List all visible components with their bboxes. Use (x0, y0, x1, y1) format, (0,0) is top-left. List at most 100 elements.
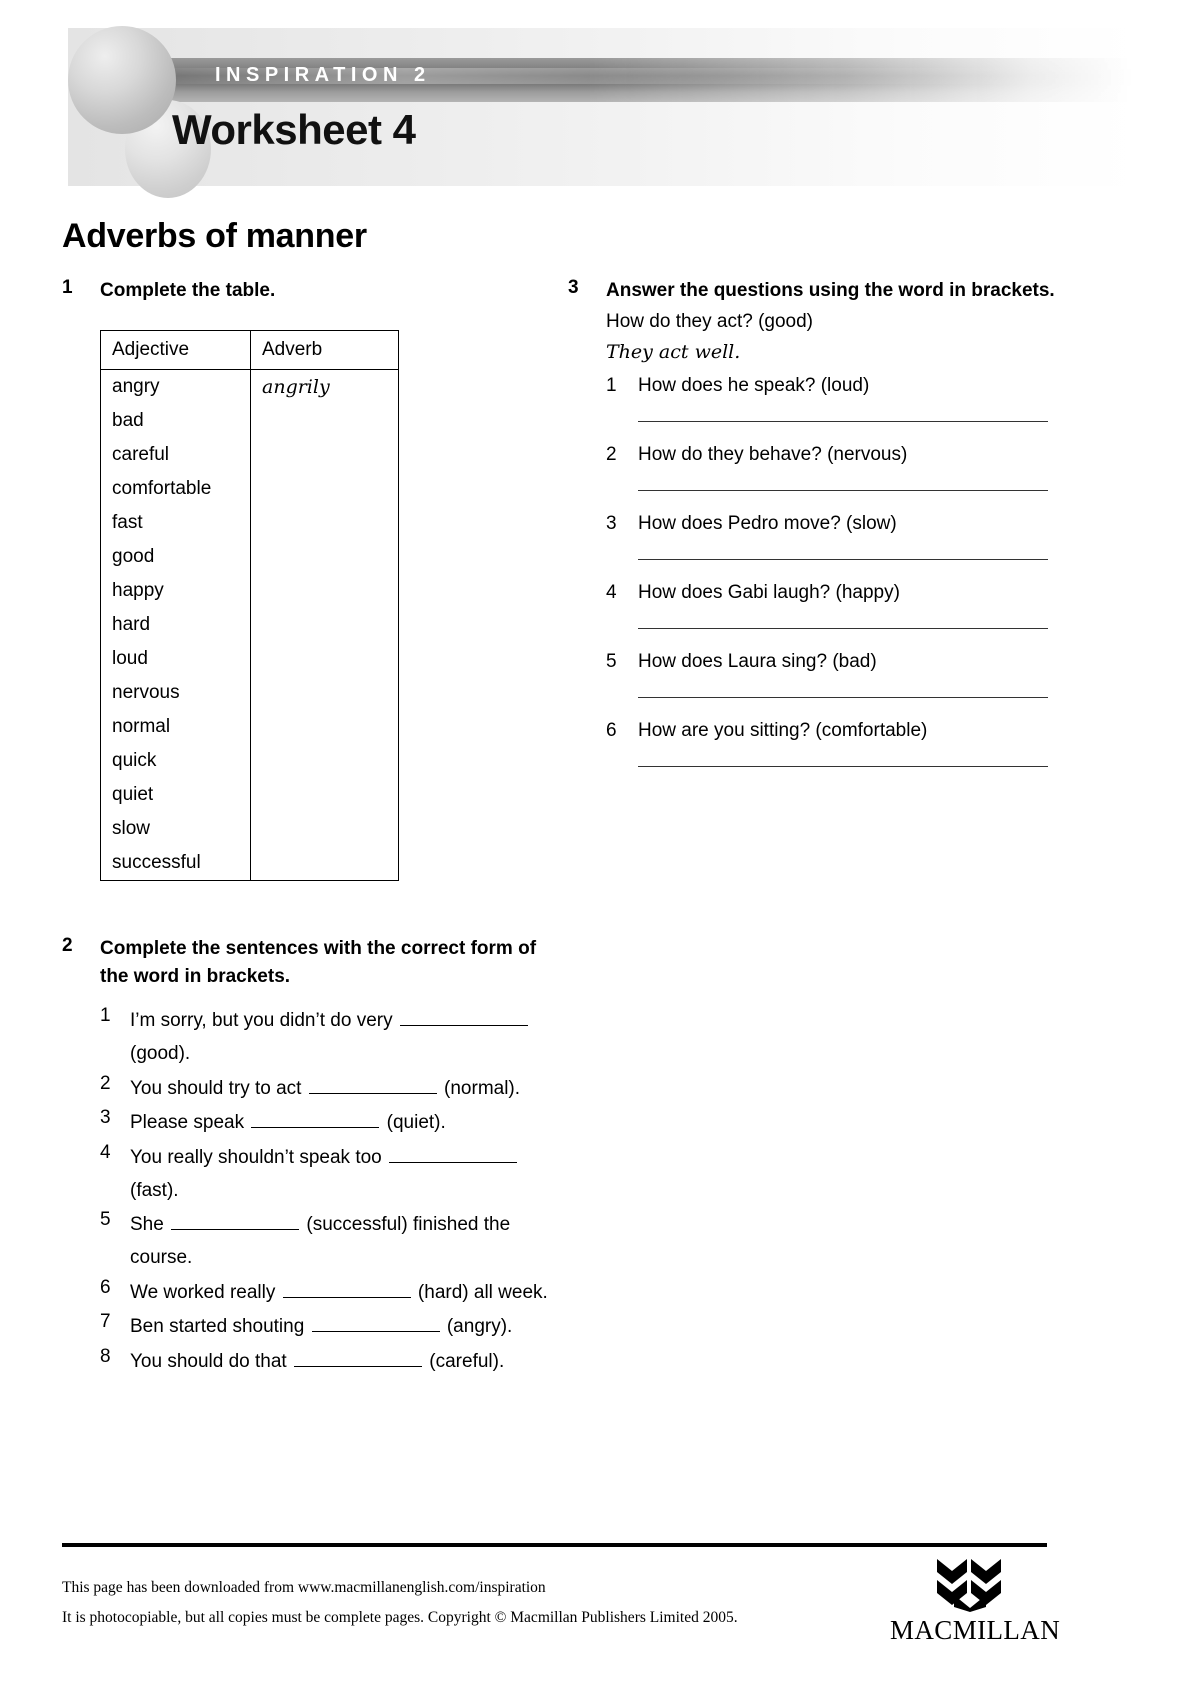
exercise-3-item: 2 How do they behave? (nervous) (606, 442, 1068, 466)
right-column: 3 Answer the questions using the word in… (568, 277, 1068, 787)
cell-adverb[interactable] (250, 540, 399, 575)
table-row: normal (100, 710, 399, 745)
table-row: careful (100, 438, 399, 473)
cell-adjective: comfortable (100, 472, 251, 507)
question-text: How does he speak? (loud) (638, 375, 870, 397)
cell-adverb[interactable] (250, 812, 399, 847)
item-number: 6 (100, 1276, 111, 1298)
table-body: angry angrily bad careful comfortable fast goo… (100, 369, 399, 882)
item-number: 5 (100, 1209, 111, 1231)
adjective-adverb-table: Adjective Adverb angry angrily bad careful c… (100, 330, 399, 882)
worksheet-title: Worksheet 4 (172, 106, 416, 153)
sentence-after-blank: (hard) all week. (412, 1281, 548, 1303)
item-number: 7 (100, 1311, 111, 1333)
cell-adverb[interactable] (250, 642, 399, 677)
sentence-before-blank: She (130, 1214, 170, 1236)
example-question: How do they act? (good) (606, 311, 814, 333)
exercise-2-item: 6 We worked really (hard) all week. (100, 1277, 562, 1310)
cell-adverb[interactable] (250, 574, 399, 609)
answer-blank[interactable] (308, 1078, 437, 1094)
item-number: 3 (100, 1107, 111, 1129)
table-row: angry angrily (100, 369, 399, 405)
cell-adjective: careful (100, 438, 251, 473)
question-text: How does Laura sing? (bad) (638, 651, 877, 673)
answer-line[interactable] (638, 766, 1048, 768)
answer-blank[interactable] (294, 1351, 422, 1368)
cell-adverb[interactable] (250, 676, 399, 711)
cell-adverb[interactable] (250, 710, 399, 745)
table-row: comfortable (100, 472, 399, 507)
cell-adjective: good (100, 540, 251, 575)
decorative-circle-large-icon (68, 26, 176, 134)
cell-adverb[interactable] (250, 846, 399, 882)
exercise-3-item-list: 1 How does he speak? (loud) 2 How do they b… (606, 373, 1068, 768)
answer-line[interactable] (638, 421, 1048, 423)
exercise-3-item: 5 How does Laura sing? (bad) (606, 649, 1068, 673)
sentence-after-blank: (good). (130, 1043, 191, 1064)
exercise-2-item: 2 You should try to act (normal). (100, 1073, 562, 1106)
answer-blank[interactable] (282, 1282, 411, 1298)
exercise-2-item: 3 Please speak (quiet). (100, 1107, 562, 1140)
answer-blank[interactable] (311, 1316, 440, 1333)
cell-adverb[interactable] (250, 744, 399, 779)
question-number: 5 (606, 651, 617, 673)
exercise-1-instruction: Complete the table. (100, 280, 276, 301)
sentence-before-blank: Ben started shouting (130, 1316, 310, 1338)
table-row: fast (100, 506, 399, 541)
table-row: loud (100, 642, 399, 677)
item-number: 4 (100, 1142, 111, 1164)
answer-blank[interactable] (399, 1010, 528, 1027)
table-row: successful (100, 846, 399, 882)
item-text: Ben started shouting (angry). (130, 1311, 562, 1344)
sentence-after-blank: (fast). (130, 1179, 179, 1201)
exercise-3-item: 4 How does Gabi laugh? (happy) (606, 580, 1068, 604)
exercise-2-item-list: 1 I’m sorry, but you didn’t do very (good… (100, 1005, 562, 1378)
question-number: 2 (606, 444, 617, 466)
cell-adverb[interactable] (250, 404, 399, 439)
cell-adverb[interactable] (250, 438, 399, 473)
answer-line[interactable] (638, 559, 1048, 561)
sentence-after-blank: (quiet). (381, 1112, 446, 1134)
sentence-before-blank: You should try to act (130, 1077, 307, 1099)
cell-adverb[interactable] (250, 608, 399, 643)
exercise-3-number: 3 (568, 277, 579, 298)
answer-blank[interactable] (389, 1147, 518, 1164)
cell-adjective: angry (100, 369, 251, 405)
cell-adjective: happy (100, 574, 251, 609)
exercise-2-item: 8 You should do that (careful). (100, 1346, 562, 1379)
cell-adverb[interactable] (250, 506, 399, 541)
item-text: You should try to act (normal). (130, 1073, 562, 1106)
left-column: 1 Complete the table. Adjective Adverb a… (62, 277, 562, 1381)
question-number: 6 (606, 720, 617, 742)
item-number: 2 (100, 1072, 111, 1094)
question-text: How does Gabi laugh? (happy) (638, 582, 900, 604)
answer-line[interactable] (638, 697, 1048, 699)
cell-adverb[interactable] (250, 472, 399, 507)
exercise-2-heading: 2 Complete the sentences with the correc… (62, 935, 562, 991)
cell-adjective: slow (100, 812, 251, 847)
exercise-2-item: 7 Ben started shouting (angry). (100, 1311, 562, 1344)
example-answer: They act well. (606, 341, 741, 364)
cell-adjective: successful (100, 846, 251, 882)
question-text: How do they behave? (nervous) (638, 444, 908, 466)
answer-blank[interactable] (171, 1214, 300, 1231)
cell-adverb[interactable] (250, 778, 399, 813)
cell-adverb[interactable]: angrily (250, 369, 399, 405)
answer-line[interactable] (638, 490, 1048, 492)
exercise-3-item: 3 How does Pedro move? (slow) (606, 511, 1068, 535)
answer-line[interactable] (638, 628, 1048, 630)
exercise-3-instruction: Answer the questions using the word in b… (606, 280, 1055, 301)
answer-blank[interactable] (251, 1112, 380, 1129)
table-row: hard (100, 608, 399, 643)
macmillan-wordmark: MACMILLAN (890, 1615, 1061, 1645)
exercise-2-number: 2 (62, 935, 73, 957)
column-header-adverb: Adverb (250, 330, 399, 371)
cell-adjective: normal (100, 710, 251, 745)
exercise-2-item: 4 You really shouldn’t speak too (fast). (100, 1142, 562, 1207)
sentence-before-blank: You should do that (130, 1351, 292, 1373)
item-number: 8 (100, 1346, 111, 1368)
table-row: slow (100, 812, 399, 847)
sentence-before-blank: We worked really (130, 1281, 281, 1303)
table-row: bad (100, 404, 399, 439)
question-number: 1 (606, 375, 617, 397)
